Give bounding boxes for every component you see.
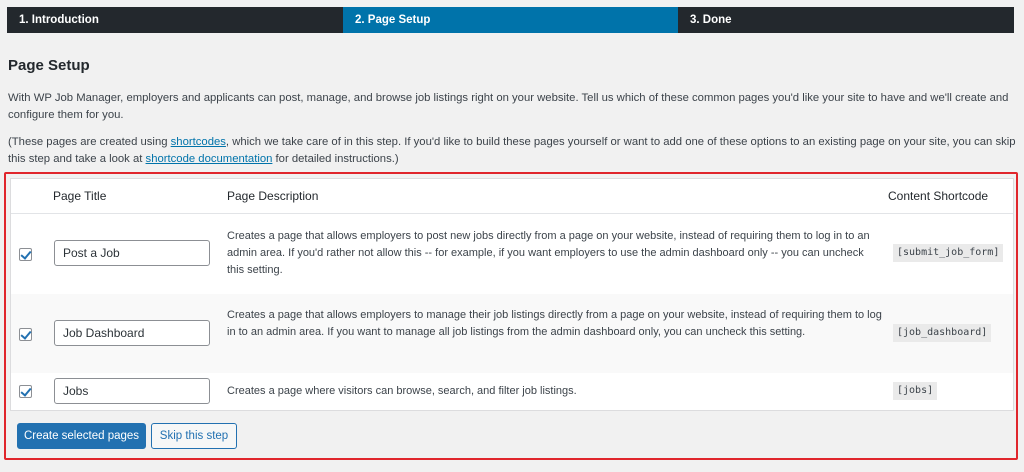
job-dashboard-shortcode: [job_dashboard]	[893, 324, 992, 342]
post-a-job-title-input[interactable]: Post a Job	[54, 240, 210, 266]
table-row: Jobs Creates a page where visitors can b…	[11, 373, 1013, 411]
table-row: Job Dashboard Creates a page that allows…	[11, 294, 1013, 373]
header-content-shortcode: Content Shortcode	[888, 189, 989, 203]
jobs-checkbox[interactable]	[19, 385, 32, 398]
job-dashboard-title-input[interactable]: Job Dashboard	[54, 320, 210, 346]
page-title: Page Setup	[8, 57, 90, 74]
table-row: Post a Job Creates a page that allows em…	[11, 214, 1013, 294]
step-done[interactable]: 3. Done	[678, 7, 1014, 33]
shortcode-documentation-link[interactable]: shortcode documentation	[146, 153, 273, 165]
post-a-job-description: Creates a page that allows employers to …	[227, 230, 870, 276]
jobs-description: Creates a page where visitors can browse…	[227, 385, 577, 397]
shortcodes-link[interactable]: shortcodes	[171, 136, 226, 148]
jobs-title-input[interactable]: Jobs	[54, 378, 210, 404]
post-a-job-shortcode: [submit_job_form]	[893, 244, 1004, 262]
note-suffix: for detailed instructions.)	[272, 153, 399, 165]
pages-table: Page Title Page Description Content Shor…	[10, 178, 1014, 411]
create-selected-pages-button[interactable]: Create selected pages	[17, 423, 146, 449]
skip-this-step-button[interactable]: Skip this step	[151, 423, 237, 449]
post-a-job-checkbox[interactable]	[19, 248, 32, 261]
step-page-setup[interactable]: 2. Page Setup	[343, 7, 678, 33]
step-introduction[interactable]: 1. Introduction	[7, 7, 343, 33]
shortcodes-note: (These pages are created using shortcode…	[8, 134, 1018, 168]
note-prefix: (These pages are created using	[8, 136, 171, 148]
job-dashboard-checkbox[interactable]	[19, 328, 32, 341]
job-dashboard-description: Creates a page that allows employers to …	[227, 309, 882, 338]
intro-text: With WP Job Manager, employers and appli…	[8, 92, 1009, 121]
table-header: Page Title Page Description Content Shor…	[11, 179, 1013, 214]
jobs-shortcode: [jobs]	[893, 382, 938, 400]
setup-steps-bar: 1. Introduction 2. Page Setup 3. Done	[7, 7, 1014, 33]
header-page-description: Page Description	[227, 189, 319, 203]
header-page-title: Page Title	[53, 189, 107, 203]
